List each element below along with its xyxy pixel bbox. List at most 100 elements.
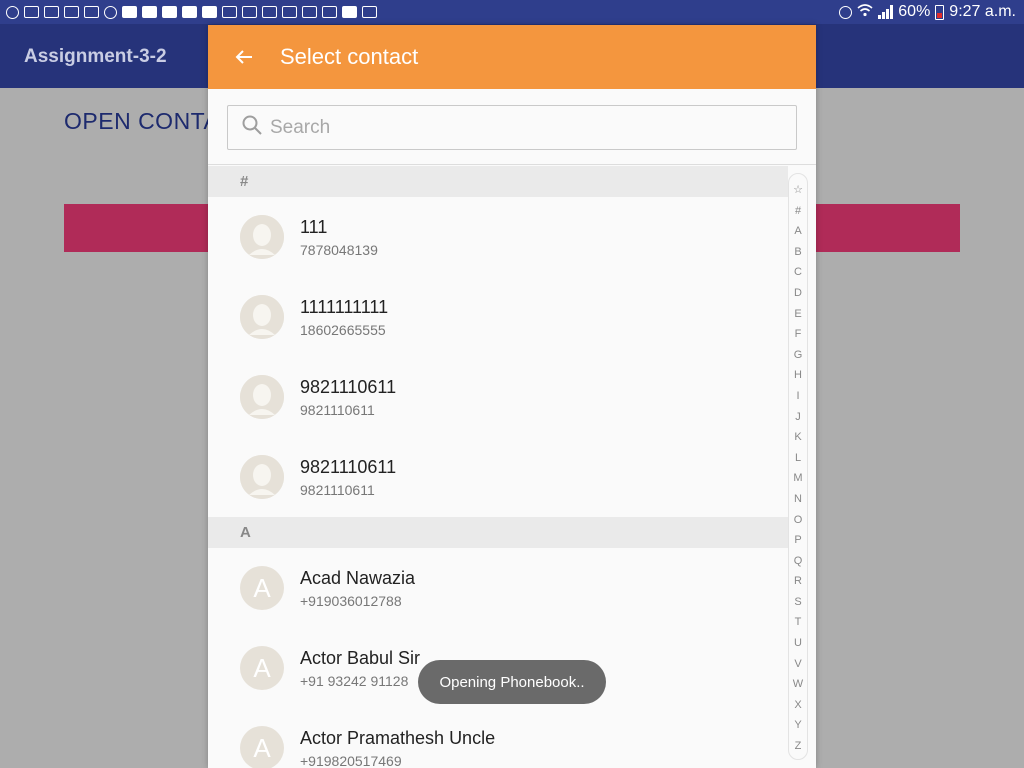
contact-row[interactable]: 9821110611 9821110611 <box>208 437 788 517</box>
alphabet-index-letter[interactable]: I <box>796 386 799 407</box>
contact-row[interactable]: A Actor Pramathesh Uncle +919820517469 <box>208 708 788 768</box>
contact-name: Actor Pramathesh Uncle <box>300 727 496 748</box>
contact-phone: 9821110611 <box>300 401 375 418</box>
alphabet-index-letter[interactable]: S <box>794 592 801 613</box>
clock: 9:27 a.m. <box>949 3 1016 20</box>
alphabet-index-letter[interactable]: ☆ <box>793 180 803 201</box>
default-avatar-icon <box>240 215 284 259</box>
wifi-icon <box>857 3 873 22</box>
shield-icon <box>84 6 99 18</box>
contact-name: 111 <box>300 216 328 237</box>
avatar: A <box>240 566 284 610</box>
alphabet-index-letter[interactable]: E <box>794 304 801 325</box>
section-header: # <box>208 166 788 197</box>
contact-phone: +91 93242 91128 <box>300 672 409 689</box>
signal-icon <box>878 5 894 19</box>
alphabet-index-letter[interactable]: J <box>795 407 801 428</box>
alphabet-index-letter[interactable]: U <box>794 633 802 654</box>
open-contact-button[interactable]: OPEN CONTA <box>64 108 219 135</box>
dialog-title: Select contact <box>280 44 419 69</box>
default-avatar-icon <box>240 295 284 339</box>
app-icon <box>302 6 317 18</box>
contact-phone: +919036012788 <box>300 592 402 609</box>
contact-row[interactable]: 1111111111 18602665555 <box>208 277 788 357</box>
alphabet-index-letter[interactable]: O <box>794 510 803 531</box>
alphabet-index-letter[interactable]: K <box>794 427 801 448</box>
battery-icon <box>935 4 945 20</box>
alphabet-index-letter[interactable]: Y <box>794 715 801 736</box>
search-bar <box>208 89 816 165</box>
contact-name: 9821110611 <box>300 376 397 397</box>
search-icon <box>242 115 262 140</box>
cast-icon <box>322 6 337 18</box>
alphabet-index-letter[interactable]: D <box>794 283 802 304</box>
status-bar: 60% 9:27 a.m. <box>0 0 1024 24</box>
alphabet-index-letter[interactable]: W <box>793 674 803 695</box>
alphabet-index-letter[interactable]: P <box>794 530 801 551</box>
contact-name: Acad Nawazia <box>300 567 416 588</box>
alphabet-index-letter[interactable]: G <box>794 345 803 366</box>
contact-phone: +919820517469 <box>300 752 402 768</box>
app-icon <box>262 6 277 18</box>
search-box[interactable] <box>227 105 797 150</box>
contact-row[interactable]: 9821110611 9821110611 <box>208 357 788 437</box>
alphabet-index-letter[interactable]: B <box>794 242 801 263</box>
avatar-letter: A <box>253 572 271 603</box>
contact-phone: 18602665555 <box>300 321 386 338</box>
youtube-icon <box>122 6 137 18</box>
alphabet-index[interactable]: ☆ # A B C D E F G H I J K L M N O P Q R S T U V W X Y Z <box>788 173 808 760</box>
contact-row[interactable]: A Acad Nawazia +919036012788 <box>208 548 788 628</box>
avatar <box>240 295 284 339</box>
app-icon <box>282 6 297 18</box>
arrow-left-icon[interactable] <box>232 45 256 69</box>
alarm-icon <box>839 5 853 19</box>
email-icon <box>64 6 79 18</box>
alarm-icon <box>104 5 117 19</box>
alphabet-index-letter[interactable]: T <box>795 612 802 633</box>
alphabet-index-letter[interactable]: V <box>794 654 801 675</box>
avatar-letter: A <box>253 732 271 763</box>
checkbox-icon <box>342 6 357 18</box>
youtube-icon <box>182 6 197 18</box>
alphabet-index-letter[interactable]: H <box>794 365 802 386</box>
app-icon <box>242 6 257 18</box>
alphabet-index-letter[interactable]: Z <box>795 736 802 757</box>
section-header: A <box>208 517 788 548</box>
avatar-letter: A <box>253 652 271 683</box>
alphabet-index-letter[interactable]: A <box>794 221 801 242</box>
alphabet-index-letter[interactable]: F <box>795 324 802 345</box>
avatar <box>240 375 284 419</box>
youtube-icon <box>202 6 217 18</box>
youtube-icon <box>162 6 177 18</box>
select-contact-dialog: Select contact # 111 7878048139 <box>208 25 816 768</box>
whatsapp-icon <box>6 5 19 19</box>
contact-row[interactable]: 111 7878048139 <box>208 197 788 277</box>
search-input[interactable] <box>270 116 750 139</box>
avatar: A <box>240 726 284 768</box>
alphabet-index-letter[interactable]: R <box>794 571 802 592</box>
notification-icons <box>6 5 377 19</box>
battery-percent: 60% <box>898 3 931 20</box>
toast-message: Opening Phonebook.. <box>418 660 606 704</box>
avatar <box>240 455 284 499</box>
alphabet-index-letter[interactable]: Q <box>794 551 803 572</box>
email-icon <box>222 6 237 18</box>
default-avatar-icon <box>240 455 284 499</box>
alphabet-index-letter[interactable]: N <box>794 489 802 510</box>
notification-icon <box>44 6 59 18</box>
alphabet-index-letter[interactable]: X <box>794 695 801 716</box>
youtube-icon <box>142 6 157 18</box>
avatar <box>240 215 284 259</box>
contact-phone: 7878048139 <box>300 241 378 258</box>
email-icon <box>24 6 39 18</box>
system-icons: 60% 9:27 a.m. <box>839 3 1016 22</box>
contact-phone: 9821110611 <box>300 481 375 498</box>
alphabet-index-letter[interactable]: C <box>794 262 802 283</box>
avatar: A <box>240 646 284 690</box>
contact-name: 1111111111 <box>300 296 389 317</box>
alphabet-index-letter[interactable]: L <box>795 448 801 469</box>
app-title: Assignment-3-2 <box>24 46 167 67</box>
alphabet-index-letter[interactable]: M <box>793 468 802 489</box>
alphabet-index-letter[interactable]: # <box>795 201 801 222</box>
upload-icon <box>362 6 377 18</box>
